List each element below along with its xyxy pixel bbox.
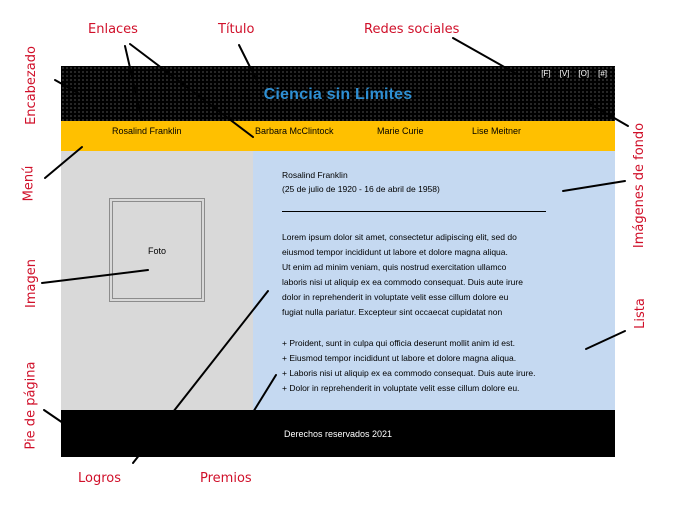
arrow-lista [585, 330, 626, 350]
arrow-menu [44, 146, 83, 179]
annotation-logros: Logros [78, 471, 122, 486]
annotation-redes-sociales: Redes sociales [364, 22, 460, 37]
annotation-menu: Menú [21, 165, 37, 202]
arrow-logros [132, 290, 269, 464]
annotation-pie-de-pagina: Pie de página [23, 361, 39, 450]
arrow-redes [452, 37, 516, 74]
arrow-titulo [238, 44, 259, 84]
arrow-pie [43, 409, 86, 439]
annotation-imagenes-fondo: Imágenes de fondo [632, 122, 648, 249]
arrow-imagen [41, 269, 149, 284]
annotation-imagen: Imagen [23, 259, 39, 308]
arrow-premios [225, 374, 277, 457]
annotation-enlaces: Enlaces [88, 22, 138, 37]
arrow-imagenes-fondo [562, 180, 626, 192]
arrow-fondo [589, 103, 629, 127]
annotation-premios: Premios [200, 471, 252, 486]
annotation-encabezado: Encabezado [23, 46, 39, 125]
arrow-encabezado [54, 79, 81, 95]
annotation-titulo: Título [218, 22, 255, 37]
arrow-enlaces-2 [129, 43, 254, 138]
annotation-lista: Lista [632, 298, 648, 329]
arrow-enlaces-1 [124, 45, 143, 121]
annotation-arrows [41, 37, 629, 464]
